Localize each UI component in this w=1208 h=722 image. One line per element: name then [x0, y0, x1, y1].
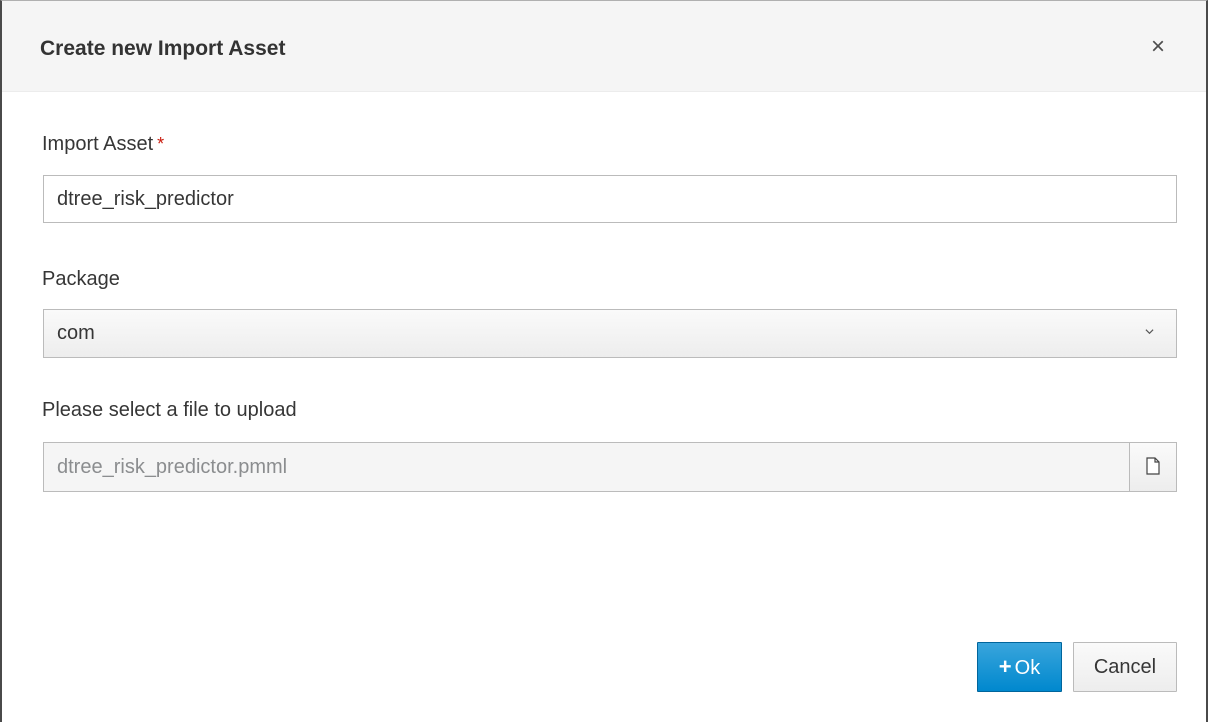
package-select[interactable]: com	[43, 309, 1177, 358]
file-upload-label: Please select a file to upload	[42, 399, 297, 421]
file-upload-field: dtree_risk_predictor.pmml	[43, 442, 1177, 492]
file-upload-input[interactable]: dtree_risk_predictor.pmml	[57, 443, 287, 491]
chevron-down-icon	[1145, 329, 1154, 335]
package-label: Package	[42, 268, 120, 290]
package-selected-value: com	[57, 322, 95, 344]
dialog-title: Create new Import Asset	[40, 37, 286, 60]
ok-button-label: Ok	[1014, 657, 1041, 679]
import-asset-label: Import Asset *	[42, 133, 164, 156]
browse-file-button[interactable]	[1129, 443, 1176, 491]
import-asset-label-text: Import Asset	[42, 133, 154, 155]
ok-button[interactable]: + Ok	[977, 642, 1062, 692]
import-asset-input[interactable]: dtree_risk_predictor	[43, 175, 1177, 223]
close-icon[interactable]: ×	[1146, 35, 1170, 59]
plus-icon: +	[998, 654, 1012, 679]
file-icon	[1146, 457, 1160, 475]
create-import-asset-dialog: Create new Import Asset × Import Asset * …	[0, 0, 1208, 722]
cancel-button[interactable]: Cancel	[1073, 642, 1177, 692]
dialog-header: Create new Import Asset ×	[2, 1, 1206, 92]
required-marker: *	[157, 134, 165, 154]
